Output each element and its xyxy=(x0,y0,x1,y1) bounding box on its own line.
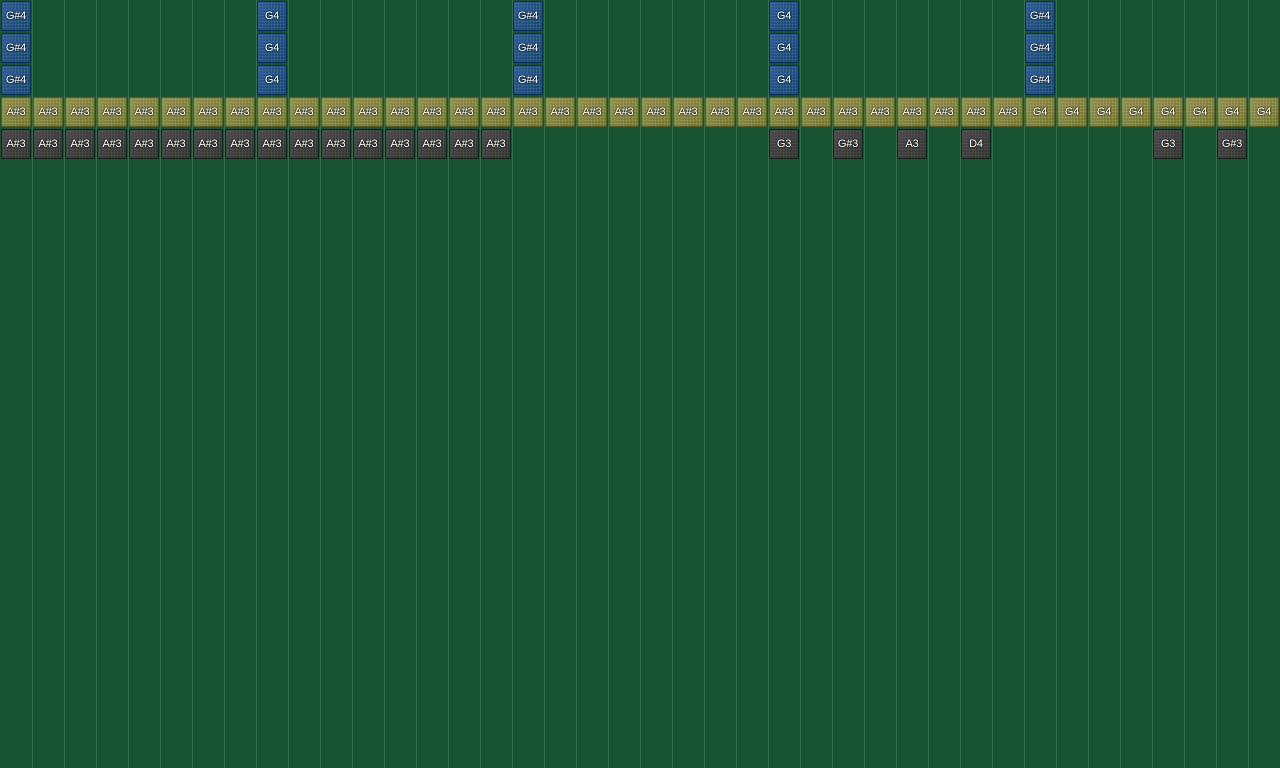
note-block[interactable]: G4 xyxy=(769,65,799,95)
note-block[interactable]: G#4 xyxy=(1,33,31,63)
note-block[interactable]: D4 xyxy=(961,129,991,159)
note-block[interactable]: A#3 xyxy=(833,97,863,127)
note-block[interactable]: A#3 xyxy=(449,97,479,127)
note-block[interactable]: A#3 xyxy=(129,129,159,159)
note-block[interactable]: A#3 xyxy=(929,97,959,127)
note-block[interactable]: A#3 xyxy=(961,97,991,127)
note-block[interactable]: G4 xyxy=(1217,97,1247,127)
note-block[interactable]: G#4 xyxy=(1025,1,1055,31)
note-block[interactable]: G#4 xyxy=(1,1,31,31)
note-block[interactable]: A#3 xyxy=(545,97,575,127)
note-grid[interactable]: G#4 G#4 G#4 G4 G4 G4 G#4 G#4 G#4 G4 G4 G4 G#4 G#4 G#4 A… xyxy=(0,0,1280,768)
note-block[interactable]: A#3 xyxy=(65,97,95,127)
note-block[interactable]: G#3 xyxy=(1217,129,1247,159)
note-block[interactable]: A#3 xyxy=(321,97,351,127)
note-block[interactable]: A#3 xyxy=(257,97,287,127)
note-block[interactable]: A#3 xyxy=(609,97,639,127)
note-block[interactable]: A#3 xyxy=(513,97,543,127)
note-block[interactable]: A#3 xyxy=(577,97,607,127)
note-block[interactable]: A#3 xyxy=(161,129,191,159)
note-block[interactable]: A#3 xyxy=(289,97,319,127)
note-block[interactable]: A#3 xyxy=(865,97,895,127)
note-block[interactable]: A#3 xyxy=(481,129,511,159)
note-block[interactable]: A#3 xyxy=(161,97,191,127)
note-block[interactable]: A3 xyxy=(897,129,927,159)
note-block[interactable]: G4 xyxy=(1249,97,1279,127)
note-block[interactable]: A#3 xyxy=(193,97,223,127)
note-block[interactable]: G4 xyxy=(257,1,287,31)
note-block[interactable]: A#3 xyxy=(65,129,95,159)
note-block[interactable]: G4 xyxy=(1089,97,1119,127)
note-block[interactable]: G4 xyxy=(1121,97,1151,127)
note-block[interactable]: G4 xyxy=(769,1,799,31)
note-block[interactable]: A#3 xyxy=(225,129,255,159)
note-block[interactable]: A#3 xyxy=(769,97,799,127)
note-block[interactable]: G#4 xyxy=(513,65,543,95)
note-block[interactable]: G#4 xyxy=(513,1,543,31)
note-block[interactable]: G4 xyxy=(1057,97,1087,127)
note-block[interactable]: G#3 xyxy=(833,129,863,159)
note-block[interactable]: A#3 xyxy=(353,129,383,159)
note-block[interactable]: G#4 xyxy=(513,33,543,63)
note-block[interactable]: G4 xyxy=(257,33,287,63)
note-block[interactable]: A#3 xyxy=(97,97,127,127)
note-block[interactable]: A#3 xyxy=(225,97,255,127)
note-block[interactable]: A#3 xyxy=(385,129,415,159)
note-block[interactable]: A#3 xyxy=(801,97,831,127)
note-block[interactable]: A#3 xyxy=(897,97,927,127)
note-block[interactable]: A#3 xyxy=(641,97,671,127)
note-block[interactable]: G#4 xyxy=(1025,65,1055,95)
note-block[interactable]: G#4 xyxy=(1025,33,1055,63)
note-block[interactable]: A#3 xyxy=(97,129,127,159)
note-block[interactable]: A#3 xyxy=(321,129,351,159)
note-block[interactable]: A#3 xyxy=(33,129,63,159)
note-block[interactable]: G4 xyxy=(1153,97,1183,127)
note-block[interactable]: A#3 xyxy=(385,97,415,127)
note-block[interactable]: A#3 xyxy=(993,97,1023,127)
note-block[interactable]: A#3 xyxy=(673,97,703,127)
note-block[interactable]: A#3 xyxy=(1,97,31,127)
note-block[interactable]: A#3 xyxy=(481,97,511,127)
note-block[interactable]: A#3 xyxy=(33,97,63,127)
note-block[interactable]: G#4 xyxy=(1,65,31,95)
note-block[interactable]: G3 xyxy=(1153,129,1183,159)
note-block[interactable]: A#3 xyxy=(1,129,31,159)
note-block[interactable]: A#3 xyxy=(417,129,447,159)
note-block[interactable]: G4 xyxy=(769,33,799,63)
note-block[interactable]: A#3 xyxy=(193,129,223,159)
note-block[interactable]: G3 xyxy=(769,129,799,159)
note-block[interactable]: G4 xyxy=(1025,97,1055,127)
note-block[interactable]: G4 xyxy=(257,65,287,95)
note-block[interactable]: G4 xyxy=(1185,97,1215,127)
note-block[interactable]: A#3 xyxy=(417,97,447,127)
note-block[interactable]: A#3 xyxy=(257,129,287,159)
note-block[interactable]: A#3 xyxy=(705,97,735,127)
note-block[interactable]: A#3 xyxy=(449,129,479,159)
note-block[interactable]: A#3 xyxy=(289,129,319,159)
note-block[interactable]: A#3 xyxy=(129,97,159,127)
note-block[interactable]: A#3 xyxy=(737,97,767,127)
note-block[interactable]: A#3 xyxy=(353,97,383,127)
